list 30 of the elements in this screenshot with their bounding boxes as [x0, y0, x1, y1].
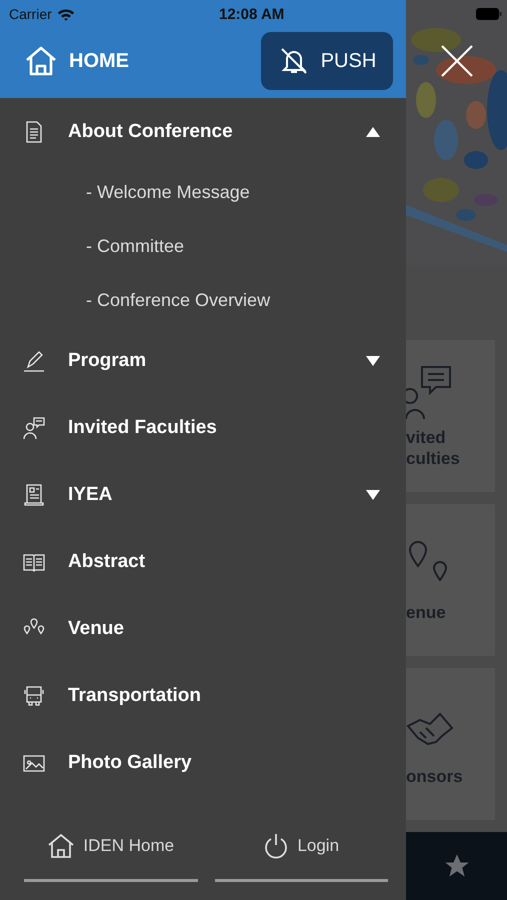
card-label: vited culties — [406, 427, 461, 469]
submenu-item[interactable]: - Conference Overview — [0, 273, 406, 327]
menu-item[interactable]: Abstract — [0, 528, 406, 595]
pencil-icon — [22, 348, 46, 372]
menu-item[interactable]: IYEA — [0, 461, 406, 528]
speaker-icon — [22, 416, 46, 440]
menu-item[interactable]: Venue — [0, 595, 406, 662]
menu-item[interactable]: Program — [0, 327, 406, 394]
bus-icon — [22, 684, 46, 708]
submenu-item[interactable]: - Committee — [0, 219, 406, 273]
footer-button[interactable]: Login — [214, 812, 388, 882]
wifi-icon — [56, 8, 75, 20]
power-icon — [263, 832, 290, 858]
carrier-label: Carrier — [9, 6, 52, 22]
menu-item[interactable]: Invited Faculties — [0, 394, 406, 461]
card-label: enue — [406, 602, 447, 622]
battery-icon — [476, 8, 502, 20]
home-icon — [47, 832, 76, 858]
close-button[interactable] — [440, 44, 474, 78]
certificate-icon — [22, 482, 46, 506]
menu-item[interactable]: About Conference — [0, 98, 406, 165]
status-time: 12:08 AM — [219, 6, 284, 22]
menu-item[interactable]: Transportation — [0, 662, 406, 729]
footer-button[interactable]: IDEN Home — [24, 812, 198, 882]
home-icon — [24, 46, 58, 76]
home-button[interactable]: HOME — [24, 46, 129, 76]
submenu-item[interactable]: - Welcome Message — [0, 165, 406, 219]
push-button[interactable]: PUSH — [261, 32, 393, 90]
card-label: onsors — [406, 766, 464, 786]
menu-item[interactable]: Photo Gallery — [0, 729, 406, 796]
